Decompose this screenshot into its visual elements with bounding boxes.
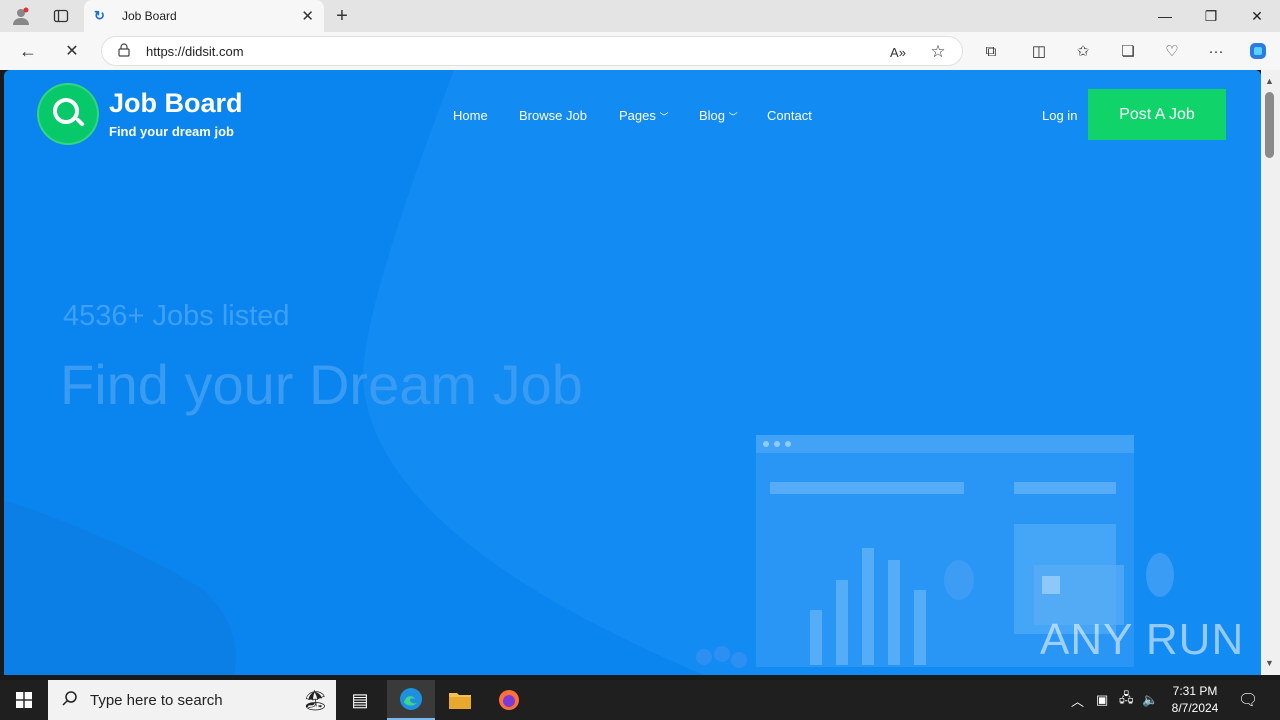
read-aloud-icon[interactable]: A» bbox=[888, 42, 908, 62]
windows-taskbar: Type here to search 🏖 ▤ ︿ ▣ 🖧 🔈 7:31 PM … bbox=[0, 680, 1280, 720]
window-close-icon[interactable]: ✕ bbox=[1234, 0, 1280, 32]
volume-icon[interactable]: 🔈 bbox=[1142, 680, 1158, 720]
stop-loading-icon[interactable]: ✕ bbox=[60, 40, 84, 62]
windows-start-icon[interactable] bbox=[0, 680, 48, 720]
tab-title: Job Board bbox=[122, 9, 177, 23]
tab-bar: ↻ Job Board ✕ + — ❐ ✕ bbox=[0, 0, 1280, 32]
task-view-icon[interactable]: ▤ bbox=[336, 680, 384, 720]
extensions-icon[interactable]: ⧉ bbox=[980, 40, 1002, 62]
copilot-icon[interactable] bbox=[1245, 39, 1271, 63]
edge-taskbar-icon[interactable] bbox=[387, 680, 435, 720]
collections-icon[interactable]: ❏ bbox=[1117, 40, 1139, 62]
file-explorer-icon[interactable] bbox=[436, 680, 484, 720]
firefox-icon[interactable] bbox=[485, 680, 533, 720]
login-link[interactable]: Log in bbox=[1042, 108, 1077, 123]
nav-contact[interactable]: Contact bbox=[767, 108, 812, 123]
scroll-thumb[interactable] bbox=[1265, 92, 1274, 158]
search-highlight-icon: 🏖 bbox=[302, 689, 328, 712]
post-job-button[interactable]: Post A Job bbox=[1088, 89, 1226, 140]
nav-home[interactable]: Home bbox=[453, 108, 488, 123]
page-viewport: Job Board Find your dream job Home Brows… bbox=[4, 70, 1261, 675]
tab-actions-icon[interactable] bbox=[48, 4, 74, 28]
scroll-down-icon[interactable]: ▼ bbox=[1265, 658, 1274, 668]
search-icon bbox=[62, 690, 78, 710]
profile-icon[interactable] bbox=[8, 4, 34, 28]
site-tagline: Find your dream job bbox=[109, 124, 234, 139]
tab-job-board[interactable]: ↻ Job Board ✕ bbox=[84, 0, 324, 32]
favorites-icon[interactable]: ✩ bbox=[1072, 40, 1094, 62]
favorite-star-icon[interactable]: ☆ bbox=[928, 42, 948, 62]
minimize-icon[interactable]: — bbox=[1142, 0, 1188, 32]
restore-icon[interactable]: ❐ bbox=[1188, 0, 1234, 32]
tray-chevron-icon[interactable]: ︿ bbox=[1071, 680, 1084, 720]
taskbar-search[interactable]: Type here to search 🏖 bbox=[48, 680, 336, 720]
chevron-down-icon: ﹀ bbox=[659, 112, 669, 122]
nav-blog-label: Blog bbox=[699, 108, 726, 123]
scroll-up-icon[interactable]: ▲ bbox=[1265, 76, 1274, 86]
taskbar-clock[interactable]: 7:31 PM 8/7/2024 bbox=[1160, 683, 1230, 717]
address-bar[interactable]: https://didsit.com A» ☆ bbox=[101, 36, 963, 66]
hero-headline: Find your Dream Job bbox=[60, 353, 583, 416]
search-placeholder: Type here to search bbox=[90, 691, 223, 709]
nav-browse-job[interactable]: Browse Job bbox=[519, 108, 587, 123]
browser-essentials-icon[interactable]: ♡ bbox=[1161, 40, 1183, 62]
lock-icon[interactable] bbox=[118, 42, 130, 60]
url-text: https://didsit.com bbox=[146, 43, 244, 59]
nav-pages-label: Pages bbox=[619, 108, 656, 123]
clock-date: 8/7/2024 bbox=[1171, 701, 1219, 715]
back-icon[interactable]: ← bbox=[16, 40, 40, 62]
split-screen-icon[interactable]: ◫ bbox=[1028, 40, 1050, 62]
chevron-down-icon: ﹀ bbox=[728, 112, 738, 122]
notifications-icon[interactable]: 🗨 bbox=[1238, 680, 1258, 720]
site-brand[interactable]: Job Board bbox=[109, 88, 243, 119]
browser-chrome: ↻ Job Board ✕ + — ❐ ✕ ← ✕ https://didsit… bbox=[0, 0, 1280, 70]
nav-pages[interactable]: Pages ﹀ bbox=[619, 108, 669, 123]
anyrun-watermark: ANY RUN bbox=[1040, 615, 1245, 664]
loading-favicon-icon: ↻ bbox=[94, 8, 105, 23]
logo-icon[interactable] bbox=[39, 85, 97, 143]
more-menu-icon[interactable]: ··· bbox=[1205, 40, 1227, 62]
network-icon[interactable]: 🖧 bbox=[1119, 680, 1134, 720]
page-scrollbar[interactable]: ▲ ▼ bbox=[1261, 70, 1280, 675]
nav-blog[interactable]: Blog ﹀ bbox=[699, 108, 738, 123]
jobs-count: 4536+ Jobs listed bbox=[63, 300, 290, 332]
meet-now-icon[interactable]: ▣ bbox=[1096, 680, 1108, 720]
clock-time: 7:31 PM bbox=[1172, 684, 1218, 698]
new-tab-icon[interactable]: + bbox=[330, 4, 354, 28]
close-tab-icon[interactable]: ✕ bbox=[301, 7, 314, 25]
